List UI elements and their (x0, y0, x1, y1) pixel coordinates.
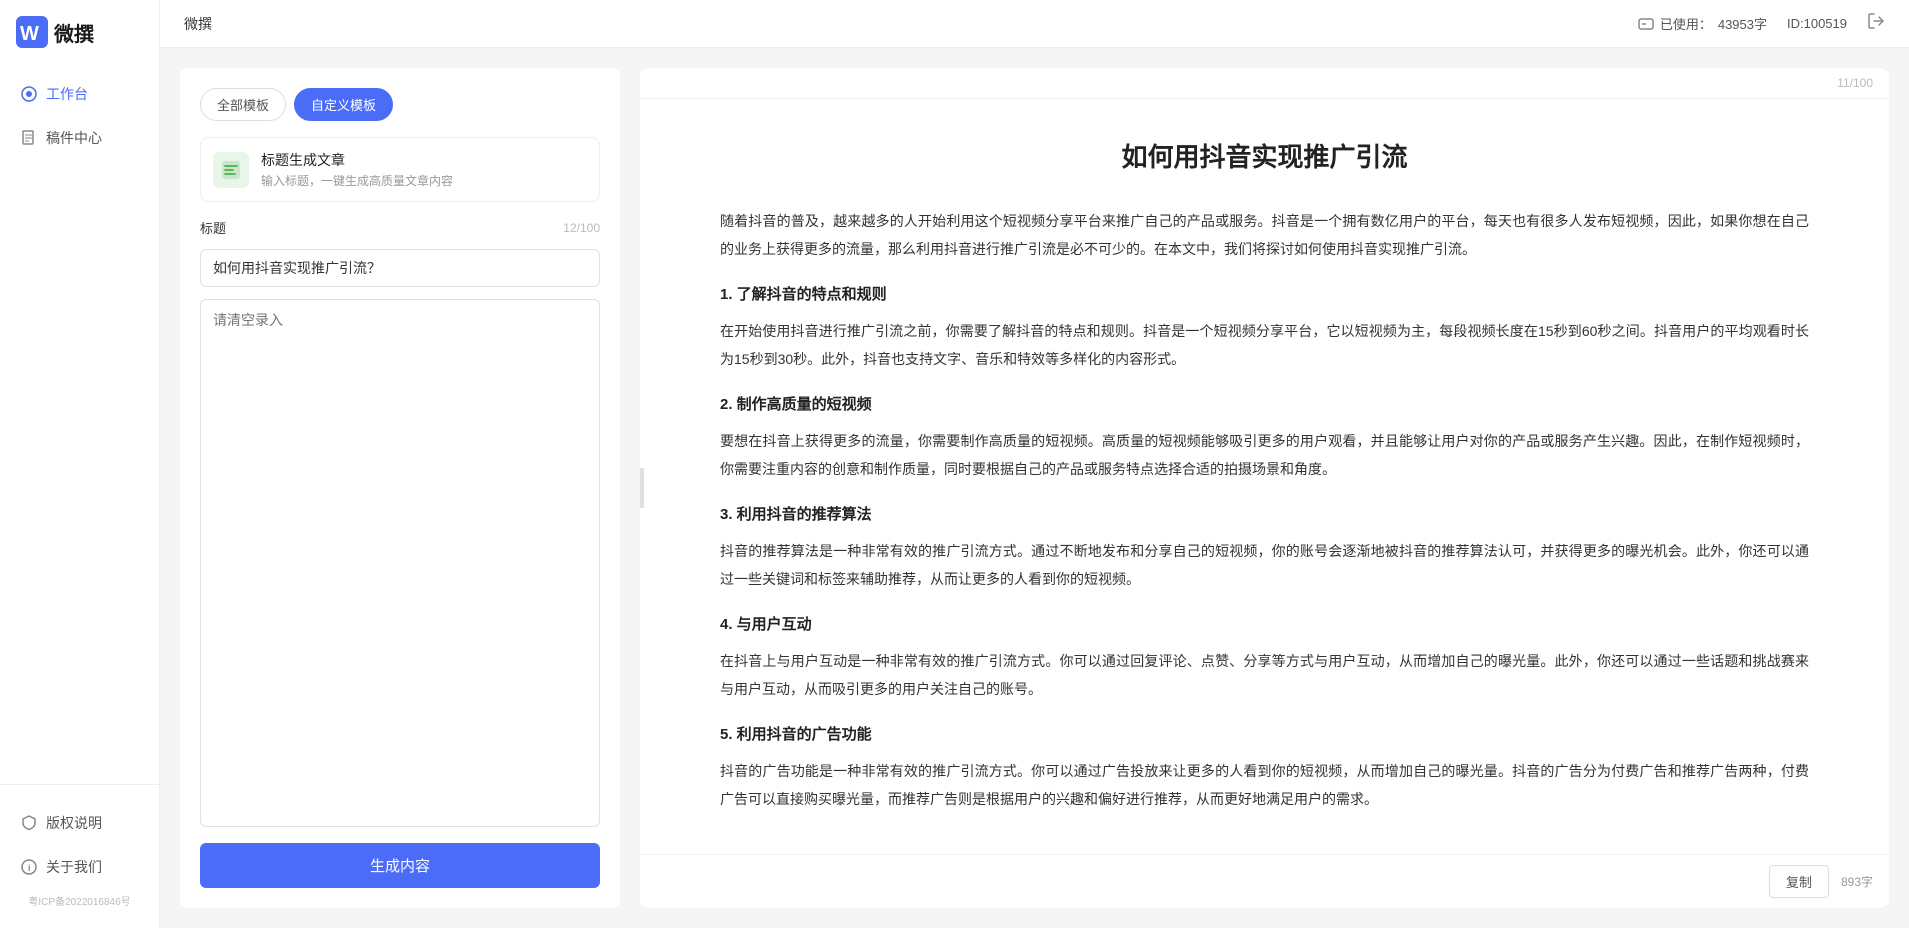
workbench-label: 工作台 (46, 84, 88, 104)
left-panel: 全部模板 自定义模板 标题生成文章 输入标题，一键生成高质量文章内容 (180, 68, 620, 908)
tab-all-templates[interactable]: 全部模板 (200, 88, 286, 121)
page-info: 11/100 (1837, 76, 1873, 90)
sidebar-item-about[interactable]: i 关于我们 (0, 845, 159, 889)
topbar-usage: 已使用： 43953字 (1638, 14, 1767, 33)
sidebar-item-drafts[interactable]: 稿件中心 (0, 116, 159, 160)
template-card[interactable]: 标题生成文章 输入标题，一键生成高质量文章内容 (200, 137, 600, 202)
tab-custom-templates[interactable]: 自定义模板 (294, 88, 393, 121)
template-desc: 输入标题，一键生成高质量文章内容 (261, 172, 587, 189)
drafts-label: 稿件中心 (46, 128, 102, 148)
article-body[interactable]: 如何用抖音实现推广引流 随着抖音的普及，越来越多的人开始利用这个短视频分享平台来… (640, 99, 1889, 854)
generate-button[interactable]: 生成内容 (200, 843, 600, 888)
template-tabs: 全部模板 自定义模板 (200, 88, 600, 121)
usage-icon (1638, 16, 1654, 32)
template-name: 标题生成文章 (261, 150, 587, 170)
title-count: 12/100 (563, 221, 600, 235)
logout-button[interactable] (1867, 12, 1885, 35)
sidebar-footer: 版权说明 i 关于我们 粤ICP备2022016846号 (0, 784, 159, 928)
form-section: 标题 12/100 (200, 218, 600, 827)
article-header: 11/100 (640, 68, 1889, 99)
content-textarea[interactable] (200, 299, 600, 827)
article-section-title: 1. 了解抖音的特点和规则 (720, 283, 1809, 307)
sidebar-logo: W 微撰 (0, 0, 159, 64)
article-footer: 复制 893字 (640, 854, 1889, 908)
article-paragraph: 抖音的广告功能是一种非常有效的推广引流方式。你可以通过广告投放来让更多的人看到你… (720, 757, 1809, 813)
sidebar: W 微撰 工作台 稿件中心 (0, 0, 160, 928)
logo-icon: W (16, 16, 48, 48)
collapse-handle[interactable] (640, 468, 644, 508)
icp-text: 粤ICP备2022016846号 (0, 889, 159, 912)
svg-text:i: i (28, 863, 31, 873)
app-name: 微撰 (54, 18, 94, 47)
copyright-label: 版权说明 (46, 813, 102, 833)
word-count: 893字 (1841, 873, 1873, 890)
template-info: 标题生成文章 输入标题，一键生成高质量文章内容 (261, 150, 587, 189)
article-section-title: 4. 与用户互动 (720, 613, 1809, 637)
title-label: 标题 (200, 218, 226, 237)
article-content: 随着抖音的普及，越来越多的人开始利用这个短视频分享平台来推广自己的产品或服务。抖… (720, 207, 1809, 813)
article-paragraph: 在抖音上与用户互动是一种非常有效的推广引流方式。你可以通过回复评论、点赞、分享等… (720, 647, 1809, 703)
usage-value: 43953字 (1718, 14, 1767, 33)
topbar-right: 已使用： 43953字 ID:100519 (1638, 12, 1885, 35)
article-paragraph: 抖音的推荐算法是一种非常有效的推广引流方式。通过不断地发布和分享自己的短视频，你… (720, 537, 1809, 593)
info-icon: i (20, 858, 38, 876)
main-container: 微撰 已使用： 43953字 ID:100519 (160, 0, 1909, 928)
content-area: 全部模板 自定义模板 标题生成文章 输入标题，一键生成高质量文章内容 (160, 48, 1909, 928)
home-icon (20, 85, 38, 103)
article-paragraph: 在开始使用抖音进行推广引流之前，你需要了解抖音的特点和规则。抖音是一个短视频分享… (720, 317, 1809, 373)
right-panel: 11/100 如何用抖音实现推广引流 随着抖音的普及，越来越多的人开始利用这个短… (640, 68, 1889, 908)
article-paragraph: 要想在抖音上获得更多的流量，你需要制作高质量的短视频。高质量的短视频能够吸引更多… (720, 427, 1809, 483)
article-title: 如何用抖音实现推广引流 (720, 139, 1809, 175)
article-section-title: 3. 利用抖音的推荐算法 (720, 503, 1809, 527)
article-paragraph: 随着抖音的普及，越来越多的人开始利用这个短视频分享平台来推广自己的产品或服务。抖… (720, 207, 1809, 263)
svg-text:W: W (20, 23, 39, 45)
sidebar-item-workbench[interactable]: 工作台 (0, 72, 159, 116)
sidebar-nav: 工作台 稿件中心 (0, 64, 159, 784)
article-section-title: 5. 利用抖音的广告功能 (720, 723, 1809, 747)
topbar-id: ID:100519 (1787, 16, 1847, 31)
sidebar-item-copyright[interactable]: 版权说明 (0, 801, 159, 845)
copy-button[interactable]: 复制 (1769, 865, 1829, 898)
title-label-row: 标题 12/100 (200, 218, 600, 237)
shield-icon (20, 814, 38, 832)
title-input[interactable] (200, 249, 600, 287)
template-card-icon (213, 152, 249, 188)
file-icon (20, 129, 38, 147)
article-section-title: 2. 制作高质量的短视频 (720, 393, 1809, 417)
topbar: 微撰 已使用： 43953字 ID:100519 (160, 0, 1909, 48)
topbar-title: 微撰 (184, 14, 212, 34)
usage-label: 已使用： (1660, 14, 1712, 33)
about-label: 关于我们 (46, 857, 102, 877)
